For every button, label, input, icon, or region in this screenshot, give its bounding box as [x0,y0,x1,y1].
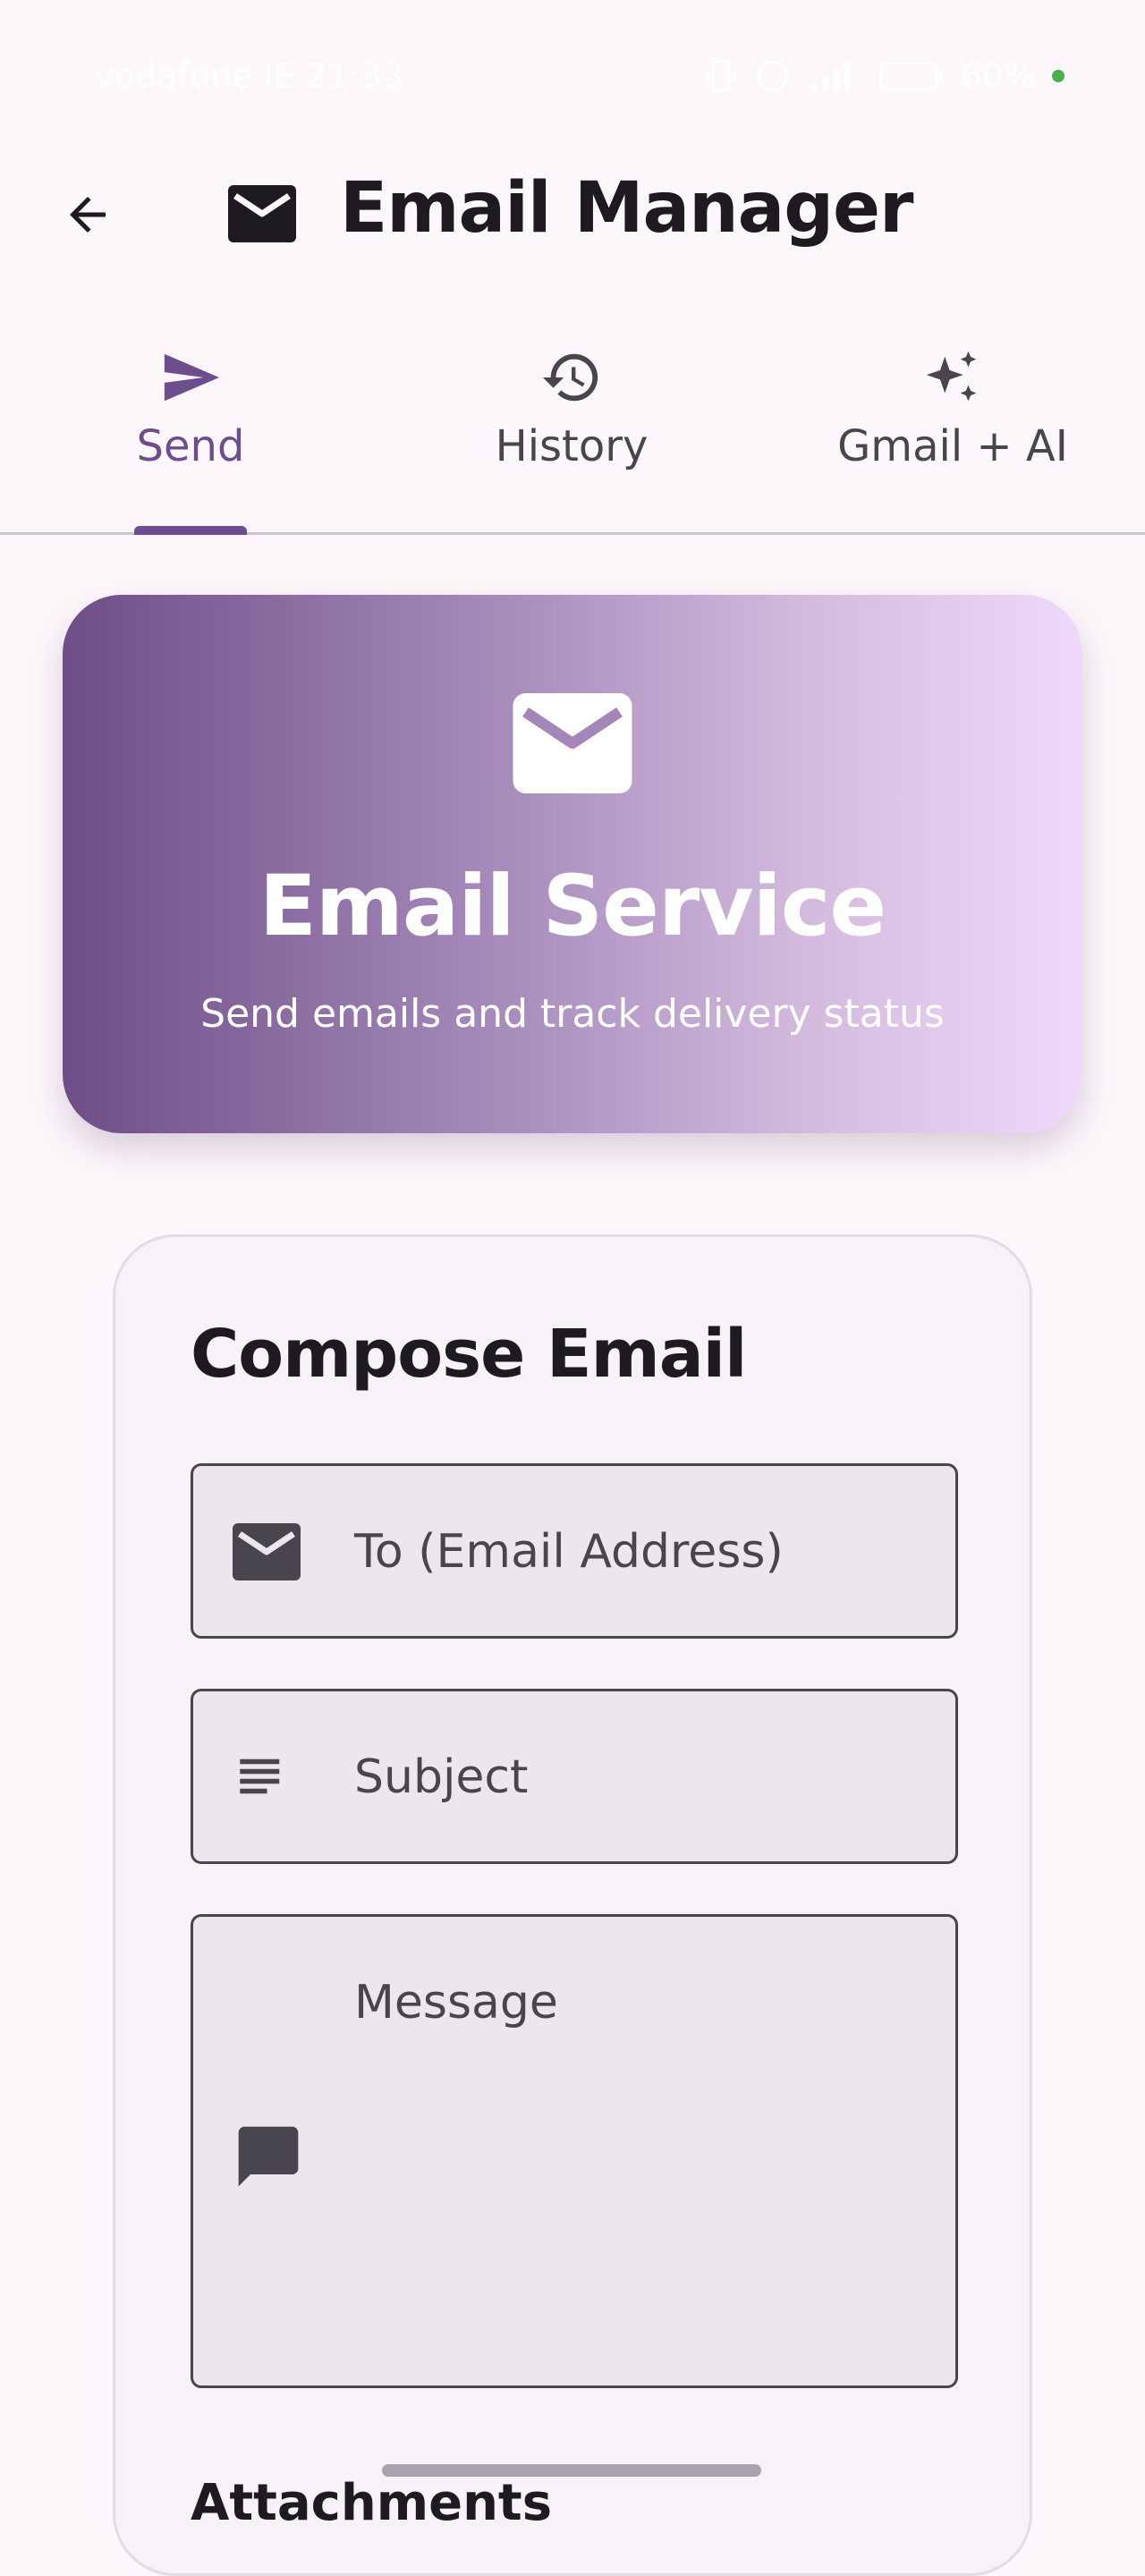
battery-level: 60% [960,56,1036,96]
active-tab-indicator [134,526,247,535]
tab-history[interactable]: History [381,335,762,532]
tab-send-label: Send [136,421,245,471]
tab-gmail-ai[interactable]: Gmail + AI [762,335,1143,532]
app-bar: Email Manager [0,152,1145,273]
status-indicator-dot [1052,70,1064,82]
banner-subtitle: Send emails and track delivery status [200,991,945,1037]
compose-title: Compose Email [191,1316,747,1393]
back-button[interactable] [52,179,123,250]
page-title: Email Manager [340,168,913,249]
battery-icon [879,62,943,90]
to-email-placeholder: To (Email Address) [354,1525,784,1579]
history-icon [542,353,598,402]
tab-bar: Send History Gmail + AI [0,335,1145,535]
signal-icon [811,62,850,90]
status-carrier-time: vodafone IE 21:33 [94,56,404,96]
arrow-back-icon [70,197,106,233]
wifi-icon [757,60,789,92]
status-icons: 60% [705,56,1064,96]
to-email-field[interactable]: To (Email Address) [191,1463,958,1639]
message-icon [238,2126,299,2187]
mail-icon [228,185,296,242]
status-bar: vodafone IE 21:33 60% [0,0,1145,152]
compose-email-card: Compose Email To (Email Address) Subject… [113,1234,1032,2576]
tab-gmail-ai-label: Gmail + AI [837,421,1068,471]
subject-field[interactable]: Subject [191,1689,958,1864]
vibrate-icon [706,60,736,92]
tab-history-label: History [495,421,649,471]
sparkle-icon [926,351,977,402]
home-indicator[interactable] [382,2464,761,2477]
mail-icon [513,693,632,793]
send-icon [164,353,220,402]
email-service-banner: Email Service Send emails and track deli… [63,595,1082,1133]
subject-placeholder: Subject [354,1750,529,1804]
message-field[interactable]: Message [191,1914,958,2388]
subject-lines-icon [240,1758,280,1794]
message-placeholder: Message [354,1976,558,2029]
banner-title: Email Service [259,858,887,955]
tab-send[interactable]: Send [0,335,381,535]
mail-icon [233,1523,301,1580]
attachments-heading: Attachments [191,2474,553,2532]
